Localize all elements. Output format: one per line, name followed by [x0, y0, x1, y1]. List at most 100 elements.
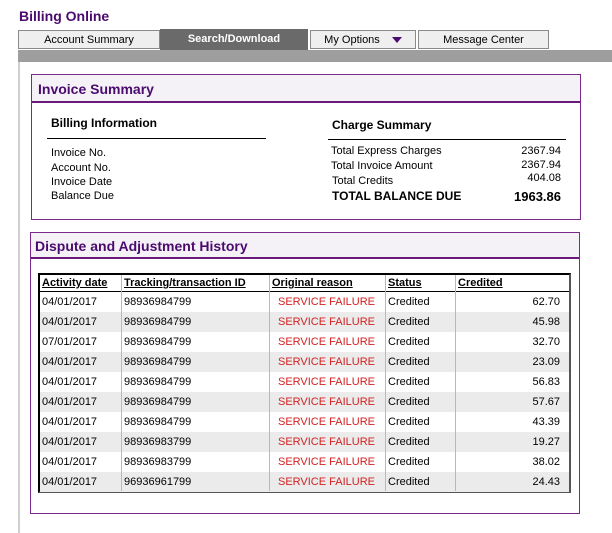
cell-activity-date: 04/01/2017	[42, 296, 98, 308]
column-separator	[385, 275, 386, 491]
dispute-history-header: Dispute and Adjustment History	[31, 233, 579, 259]
cell-activity-date: 04/01/2017	[42, 456, 98, 468]
cell-original-reason: SERVICE FAILURE	[278, 336, 375, 348]
column-header-original-reason[interactable]: Original reason	[272, 277, 353, 289]
cell-tracking-id: 96936961799	[124, 476, 192, 488]
cell-credited: 45.98	[532, 316, 560, 328]
column-separator	[455, 275, 456, 491]
cell-tracking-id: 98936984799	[124, 356, 192, 368]
cell-status: Credited	[388, 316, 430, 328]
cell-tracking-id: 98936984799	[124, 396, 192, 408]
charge-summary-divider	[328, 139, 566, 140]
total-balance-due-value: 1963.86	[514, 189, 561, 204]
dispute-history-table: Activity date Tracking/transaction ID Or…	[38, 273, 571, 493]
invoice-summary-title: Invoice Summary	[38, 81, 154, 97]
table-row: 07/01/2017 98936984799 SERVICE FAILURE Cred…	[40, 332, 569, 352]
charge-summary-heading: Charge Summary	[332, 118, 432, 132]
invoice-no-label: Invoice No.	[51, 147, 107, 159]
table-row: 04/01/2017 96936961799 SERVICE FAILURE Cred…	[40, 472, 569, 492]
column-separator	[269, 275, 270, 491]
content-frame-border	[18, 62, 20, 533]
table-row: 04/01/2017 98936984799 SERVICE FAILURE Cred…	[40, 292, 569, 312]
cell-original-reason: SERVICE FAILURE	[278, 356, 375, 368]
table-row: 04/01/2017 98936983799 SERVICE FAILURE Cred…	[40, 432, 569, 452]
caret-down-icon	[391, 37, 402, 44]
cell-activity-date: 07/01/2017	[42, 336, 98, 348]
account-no-label: Account No.	[51, 162, 111, 174]
table-row: 04/01/2017 98936984799 SERVICE FAILURE Cred…	[40, 352, 569, 372]
app-title: Billing Online	[19, 8, 110, 24]
cell-credited: 57.67	[532, 396, 560, 408]
cell-original-reason: SERVICE FAILURE	[278, 296, 375, 308]
cell-original-reason: SERVICE FAILURE	[278, 456, 375, 468]
cell-activity-date: 04/01/2017	[42, 436, 98, 448]
cell-original-reason: SERVICE FAILURE	[278, 376, 375, 388]
tab-search-download[interactable]: Search/Download	[160, 29, 308, 50]
total-express-charges-label: Total Express Charges	[331, 145, 442, 157]
column-header-tracking-id[interactable]: Tracking/transaction ID	[124, 277, 246, 289]
cell-status: Credited	[388, 396, 430, 408]
cell-credited: 62.70	[532, 296, 560, 308]
column-header-activity-date[interactable]: Activity date	[42, 277, 107, 289]
table-row: 04/01/2017 98936984799 SERVICE FAILURE Cred…	[40, 392, 569, 412]
total-credits-value: 404.08	[527, 172, 561, 184]
cell-tracking-id: 98936984799	[124, 376, 192, 388]
cell-status: Credited	[388, 336, 430, 348]
cell-status: Credited	[388, 456, 430, 468]
cell-status: Credited	[388, 416, 430, 428]
cell-tracking-id: 98936983799	[124, 456, 192, 468]
cell-tracking-id: 98936984799	[124, 336, 192, 348]
cell-credited: 24.43	[532, 476, 560, 488]
cell-status: Credited	[388, 436, 430, 448]
cell-credited: 56.83	[532, 376, 560, 388]
cell-status: Credited	[388, 356, 430, 368]
cell-activity-date: 04/01/2017	[42, 416, 98, 428]
tab-label: Account Summary	[44, 34, 134, 46]
column-separator	[121, 275, 122, 491]
dispute-history-title: Dispute and Adjustment History	[35, 238, 248, 254]
total-credits-label: Total Credits	[332, 175, 394, 187]
total-express-charges-value: 2367.94	[521, 145, 561, 157]
cell-credited: 38.02	[532, 456, 560, 468]
cell-original-reason: SERVICE FAILURE	[278, 436, 375, 448]
cell-activity-date: 04/01/2017	[42, 316, 98, 328]
invoice-summary-header: Invoice Summary	[32, 75, 580, 103]
column-header-status[interactable]: Status	[388, 277, 422, 289]
cell-tracking-id: 98936984799	[124, 316, 192, 328]
table-row: 04/01/2017 98936984799 SERVICE FAILURE Cred…	[40, 312, 569, 332]
cell-status: Credited	[388, 476, 430, 488]
tab-label: Search/Download	[187, 33, 281, 45]
table-row: 04/01/2017 98936984799 SERVICE FAILURE Cred…	[40, 412, 569, 432]
invoice-date-label: Invoice Date	[51, 176, 113, 188]
total-invoice-amount-label: Total Invoice Amount	[331, 160, 433, 172]
cell-status: Credited	[388, 296, 430, 308]
cell-credited: 23.09	[532, 356, 560, 368]
cell-credited: 19.27	[532, 436, 560, 448]
balance-due-label: Balance Due	[51, 190, 114, 202]
cell-activity-date: 04/01/2017	[42, 396, 98, 408]
cell-original-reason: SERVICE FAILURE	[278, 316, 375, 328]
table-row: 04/01/2017 98936983799 SERVICE FAILURE Cred…	[40, 452, 569, 472]
cell-activity-date: 04/01/2017	[42, 376, 98, 388]
cell-original-reason: SERVICE FAILURE	[278, 396, 375, 408]
tab-label: Message Center	[443, 34, 524, 46]
cell-original-reason: SERVICE FAILURE	[278, 416, 375, 428]
tab-message-center[interactable]: Message Center	[418, 30, 549, 49]
table-row: 04/01/2017 98936984799 SERVICE FAILURE Cred…	[40, 372, 569, 392]
cell-activity-date: 04/01/2017	[42, 356, 98, 368]
cell-credited: 43.39	[532, 416, 560, 428]
cell-original-reason: SERVICE FAILURE	[278, 476, 375, 488]
cell-activity-date: 04/01/2017	[42, 476, 98, 488]
tab-account-summary[interactable]: Account Summary	[18, 30, 160, 49]
total-balance-due-label: TOTAL BALANCE DUE	[332, 189, 462, 203]
total-invoice-amount-value: 2367.94	[521, 159, 561, 171]
cell-status: Credited	[388, 376, 430, 388]
tab-label: My Options	[324, 34, 380, 46]
tab-my-options[interactable]: My Options	[310, 30, 416, 49]
cell-credited: 32.70	[532, 336, 560, 348]
cell-tracking-id: 98936983799	[124, 436, 192, 448]
column-header-credited[interactable]: Credited	[458, 277, 503, 289]
cell-tracking-id: 98936984799	[124, 296, 192, 308]
cell-tracking-id: 98936984799	[124, 416, 192, 428]
billing-info-divider	[47, 138, 266, 139]
